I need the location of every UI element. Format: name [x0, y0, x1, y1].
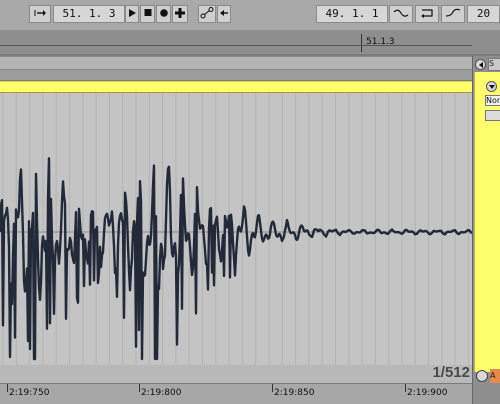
punch-in-icon: [393, 9, 409, 17]
time-label: 2:19:750: [9, 388, 50, 398]
ruler-divider: [0, 45, 472, 46]
stop-icon: [144, 9, 151, 16]
loop-length-field[interactable]: 20: [467, 5, 500, 23]
sample-time-ruler[interactable]: 2:19:750 2:19:800 2:19:850 2:19:900: [0, 383, 472, 404]
preview-button[interactable]: [476, 370, 488, 382]
bar-marker: 51.1.3: [361, 34, 395, 52]
arrow-to-bar-icon: [34, 10, 46, 16]
scrub-area[interactable]: [0, 56, 472, 70]
stop-button[interactable]: [140, 5, 155, 23]
warp-mode-field[interactable]: Nor: [485, 95, 500, 106]
back-to-arrangement-button[interactable]: [217, 5, 231, 23]
loop-start-field[interactable]: 49. 1. 1: [316, 5, 388, 23]
s-toggle[interactable]: S: [488, 58, 500, 71]
a-toggle[interactable]: A: [490, 369, 500, 383]
zoom-strip: 1/512: [0, 364, 472, 383]
chevron-down-icon: [489, 85, 495, 89]
arrangement-position-field[interactable]: 51. 1. 3: [53, 5, 125, 23]
scroll-left-icon: [479, 62, 483, 68]
record-button[interactable]: [156, 5, 171, 23]
time-label: 2:19:850: [274, 388, 315, 398]
back-arrow-icon: [220, 10, 228, 16]
clip-value-field[interactable]: [485, 110, 500, 121]
time-tick: [139, 384, 140, 392]
plus-icon: [175, 8, 185, 18]
follow-button[interactable]: [29, 5, 51, 23]
punch-out-icon: [445, 8, 461, 17]
time-tick: [405, 384, 406, 392]
clip-title-bar[interactable]: [0, 81, 472, 93]
overdub-button[interactable]: [172, 5, 188, 23]
s-label: S: [489, 59, 495, 68]
scroll-left-button[interactable]: [475, 59, 486, 70]
loop-icon: [421, 9, 433, 18]
zoom-level: 1/512: [432, 364, 470, 381]
record-icon: [159, 9, 168, 17]
loop-switch-button[interactable]: [415, 5, 439, 23]
time-tick: [7, 384, 8, 392]
automation-arm-icon: [200, 7, 214, 19]
clip-overview-strip[interactable]: [0, 70, 472, 80]
punch-in-button[interactable]: [389, 5, 413, 23]
sample-waveform-display[interactable]: [0, 93, 472, 365]
play-button[interactable]: [125, 5, 139, 23]
waveform-graphic: [0, 93, 472, 365]
clip-dropdown-button[interactable]: [486, 81, 497, 92]
a-label: A: [490, 371, 496, 380]
automation-arm-button[interactable]: [198, 5, 216, 23]
time-label: 2:19:900: [407, 388, 448, 398]
punch-out-button[interactable]: [441, 5, 465, 23]
time-tick: [272, 384, 273, 392]
waveform-trace: [0, 157, 472, 361]
transport-bar: 51. 1. 3 49. 1. 1 20: [0, 0, 500, 31]
time-label: 2:19:800: [141, 388, 182, 398]
warp-mode-value: Nor: [486, 96, 500, 105]
play-icon: [129, 9, 136, 17]
beat-time-ruler[interactable]: 51.1.3: [0, 30, 500, 54]
